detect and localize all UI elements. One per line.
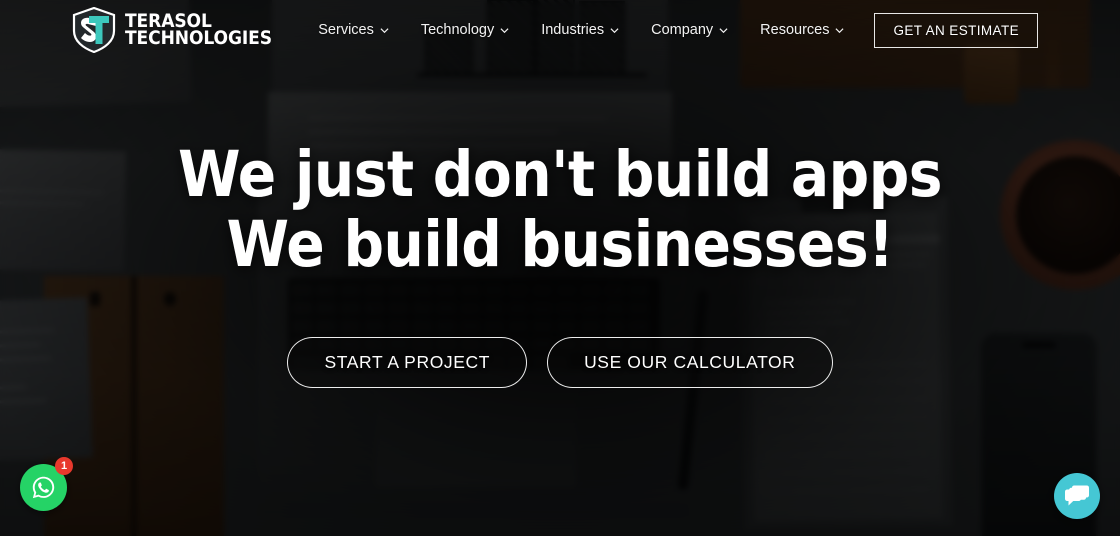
chevron-down-icon xyxy=(500,27,509,33)
get-an-estimate-button[interactable]: GET AN ESTIMATE xyxy=(874,12,1038,48)
nav-item-services[interactable]: Services xyxy=(302,14,405,46)
shield-t-logo-icon xyxy=(72,6,116,54)
site-header: Terasol Technologies Services Technology… xyxy=(0,0,1120,60)
start-a-project-button[interactable]: START A PROJECT xyxy=(287,337,528,388)
site-logo[interactable]: Terasol Technologies xyxy=(72,6,272,54)
logo-wordmark: Terasol Technologies xyxy=(125,11,272,49)
nav-label: Technology xyxy=(420,22,495,38)
main-navigation: Services Technology Industries Company R… xyxy=(302,12,1120,48)
whatsapp-unread-badge: 1 xyxy=(55,457,73,475)
headline-line-2: We build businesses! xyxy=(226,208,894,281)
chat-bubbles-icon xyxy=(1065,485,1089,506)
whatsapp-float-button[interactable]: 1 xyxy=(20,457,73,511)
chat-widget-button[interactable] xyxy=(1054,473,1100,519)
nav-label: Industries xyxy=(541,22,605,38)
whatsapp-icon xyxy=(32,476,55,499)
nav-item-industries[interactable]: Industries xyxy=(525,14,635,46)
nav-label: Resources xyxy=(760,22,830,38)
use-our-calculator-button[interactable]: USE OUR CALCULATOR xyxy=(547,337,833,388)
chevron-down-icon xyxy=(835,27,844,33)
nav-item-company[interactable]: Company xyxy=(635,14,744,46)
headline-line-1: We just don't build apps xyxy=(177,138,943,211)
chevron-down-icon xyxy=(610,27,619,33)
nav-label: Services xyxy=(318,22,374,38)
logo-line-2: Technologies xyxy=(125,27,272,49)
hero-cta-group: START A PROJECT USE OUR CALCULATOR xyxy=(287,337,833,388)
chevron-down-icon xyxy=(380,27,389,33)
hero-content: We just don't build apps We build busine… xyxy=(0,140,1120,388)
nav-item-resources[interactable]: Resources xyxy=(744,14,860,46)
nav-item-technology[interactable]: Technology xyxy=(405,14,525,46)
hero-section: Terasol Technologies Services Technology… xyxy=(0,0,1120,536)
hero-headline: We just don't build apps We build busine… xyxy=(177,138,943,281)
nav-label: Company xyxy=(651,22,714,38)
chevron-down-icon xyxy=(719,27,728,33)
